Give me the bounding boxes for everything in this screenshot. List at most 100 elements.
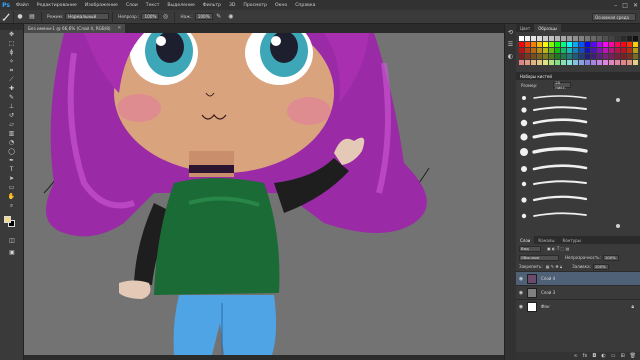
color-swatch[interactable] bbox=[621, 48, 626, 53]
menu-layers[interactable]: Слои bbox=[122, 3, 142, 8]
color-swatch[interactable] bbox=[555, 48, 560, 53]
lock-icons[interactable]: ▦ ✎ ✥ 🔒︎ bbox=[546, 264, 562, 269]
color-swatch[interactable] bbox=[525, 54, 530, 59]
color-swatch[interactable] bbox=[597, 42, 602, 47]
new-layer-icon[interactable]: ⊞ bbox=[620, 353, 624, 359]
color-swatch[interactable] bbox=[579, 42, 584, 47]
brush-dot[interactable] bbox=[520, 148, 528, 156]
color-swatch[interactable] bbox=[537, 54, 542, 59]
color-swatch[interactable] bbox=[621, 54, 626, 59]
menu-file[interactable]: Файл bbox=[12, 3, 33, 8]
menu-3d[interactable]: 3D bbox=[225, 3, 239, 8]
pressure-size-icon[interactable]: ◉ bbox=[227, 13, 235, 21]
color-swatch[interactable] bbox=[585, 48, 590, 53]
layer-opacity-field[interactable]: 100% bbox=[602, 254, 619, 261]
dodge-tool-icon[interactable]: ◯ bbox=[5, 147, 19, 156]
color-swatch[interactable] bbox=[627, 42, 632, 47]
color-swatch[interactable] bbox=[531, 60, 536, 65]
tab-layers[interactable]: Слои bbox=[516, 236, 535, 244]
lasso-tool-icon[interactable]: ϕ bbox=[5, 48, 19, 57]
menu-help[interactable]: Справка bbox=[291, 3, 319, 8]
color-swatch[interactable] bbox=[555, 42, 560, 47]
color-swatch[interactable] bbox=[531, 42, 536, 47]
color-swatch[interactable] bbox=[603, 42, 608, 47]
fill-field[interactable]: 100% bbox=[592, 263, 609, 270]
workspace-select[interactable]: Основная среда bbox=[592, 13, 636, 21]
maximize-button[interactable]: □ bbox=[622, 2, 628, 9]
zoom-tool-icon[interactable]: ⌕ bbox=[5, 201, 19, 210]
adjustments-panel-icon[interactable]: ◐ bbox=[507, 52, 515, 60]
color-swatch[interactable] bbox=[543, 48, 548, 53]
color-swatch[interactable] bbox=[621, 42, 626, 47]
menu-edit[interactable]: Редактирование bbox=[33, 3, 81, 8]
color-swatch[interactable] bbox=[537, 48, 542, 53]
color-swatch[interactable] bbox=[615, 36, 620, 41]
mode-select[interactable]: Нормальный bbox=[65, 13, 110, 20]
color-swatch[interactable] bbox=[627, 54, 632, 59]
brush-dot[interactable] bbox=[521, 107, 527, 113]
color-swatch[interactable] bbox=[597, 36, 602, 41]
crop-tool-icon[interactable]: ⌗ bbox=[5, 66, 19, 75]
color-swatch[interactable] bbox=[567, 42, 572, 47]
new-group-icon[interactable]: ▭ bbox=[611, 353, 616, 359]
color-swatch[interactable] bbox=[621, 60, 626, 65]
color-swatch[interactable] bbox=[561, 48, 566, 53]
brush-dot[interactable] bbox=[522, 96, 526, 100]
color-swatch[interactable] bbox=[579, 60, 584, 65]
visibility-eye-icon[interactable]: ◉ bbox=[516, 290, 526, 296]
color-swatch[interactable] bbox=[597, 60, 602, 65]
color-swatch[interactable] bbox=[591, 54, 596, 59]
pen-tool-icon[interactable]: ✒ bbox=[5, 156, 19, 165]
color-swatch[interactable] bbox=[519, 54, 524, 59]
eraser-tool-icon[interactable]: ▱ bbox=[5, 120, 19, 129]
color-swatch[interactable] bbox=[603, 48, 608, 53]
color-swatch[interactable] bbox=[519, 48, 524, 53]
brush-dot[interactable] bbox=[520, 119, 528, 127]
color-swatch[interactable] bbox=[591, 48, 596, 53]
tab-brush-presets[interactable]: Наборы кистей bbox=[520, 74, 552, 79]
color-swatch[interactable] bbox=[543, 54, 548, 59]
marquee-tool-icon[interactable]: ⬚ bbox=[5, 39, 19, 48]
blend-mode-select[interactable]: Обычные bbox=[519, 254, 559, 261]
visibility-eye-icon[interactable]: ◉ bbox=[516, 276, 526, 282]
brush-panel-toggle-icon[interactable]: ▤ bbox=[28, 13, 36, 21]
color-swatch[interactable] bbox=[531, 36, 536, 41]
menu-select[interactable]: Выделение bbox=[163, 3, 198, 8]
brush-panel-menu-icon[interactable] bbox=[616, 98, 620, 102]
color-swatch[interactable] bbox=[537, 36, 542, 41]
brush-size-field[interactable]: 25 пикс. bbox=[553, 80, 572, 90]
layer-filter-icons[interactable]: ▣ ◐ T ⬚ ▤ bbox=[547, 246, 569, 251]
color-swatch[interactable] bbox=[633, 42, 638, 47]
color-swatch[interactable] bbox=[567, 36, 572, 41]
brush-preset-list[interactable] bbox=[520, 92, 628, 234]
brush-dot[interactable] bbox=[520, 133, 528, 141]
brush-dot[interactable] bbox=[521, 181, 527, 187]
color-swatch[interactable] bbox=[609, 48, 614, 53]
layer-row[interactable]: ◉ Слой 3 bbox=[516, 285, 640, 299]
visibility-eye-icon[interactable]: ◉ bbox=[516, 304, 526, 310]
brush-dot[interactable] bbox=[521, 166, 527, 172]
move-tool-icon[interactable]: ✥ bbox=[5, 30, 19, 39]
flow-field[interactable]: 100% bbox=[194, 13, 213, 20]
link-layers-icon[interactable]: ∞ bbox=[573, 353, 577, 359]
airbrush-icon[interactable]: ✎ bbox=[215, 13, 223, 21]
color-swatch[interactable] bbox=[579, 54, 584, 59]
gradient-tool-icon[interactable]: ▥ bbox=[5, 129, 19, 138]
color-swatch[interactable] bbox=[537, 42, 542, 47]
color-swatch[interactable] bbox=[567, 48, 572, 53]
menu-window[interactable]: Окно bbox=[271, 3, 291, 8]
color-swatch[interactable] bbox=[549, 48, 554, 53]
tab-swatches[interactable]: Образцы bbox=[534, 24, 561, 32]
color-swatch[interactable] bbox=[621, 36, 626, 41]
color-swatch[interactable] bbox=[615, 42, 620, 47]
color-swatch[interactable] bbox=[549, 42, 554, 47]
blur-tool-icon[interactable]: ◔ bbox=[5, 138, 19, 147]
color-swatch[interactable] bbox=[597, 54, 602, 59]
properties-panel-icon[interactable]: ☰ bbox=[507, 40, 515, 48]
color-swatch[interactable] bbox=[567, 54, 572, 59]
clone-stamp-tool-icon[interactable]: ⊥ bbox=[5, 102, 19, 111]
brush-size-picker-icon[interactable]: ● bbox=[16, 13, 24, 21]
color-swatch[interactable] bbox=[555, 60, 560, 65]
color-swatch[interactable] bbox=[609, 42, 614, 47]
color-swatch[interactable] bbox=[531, 48, 536, 53]
